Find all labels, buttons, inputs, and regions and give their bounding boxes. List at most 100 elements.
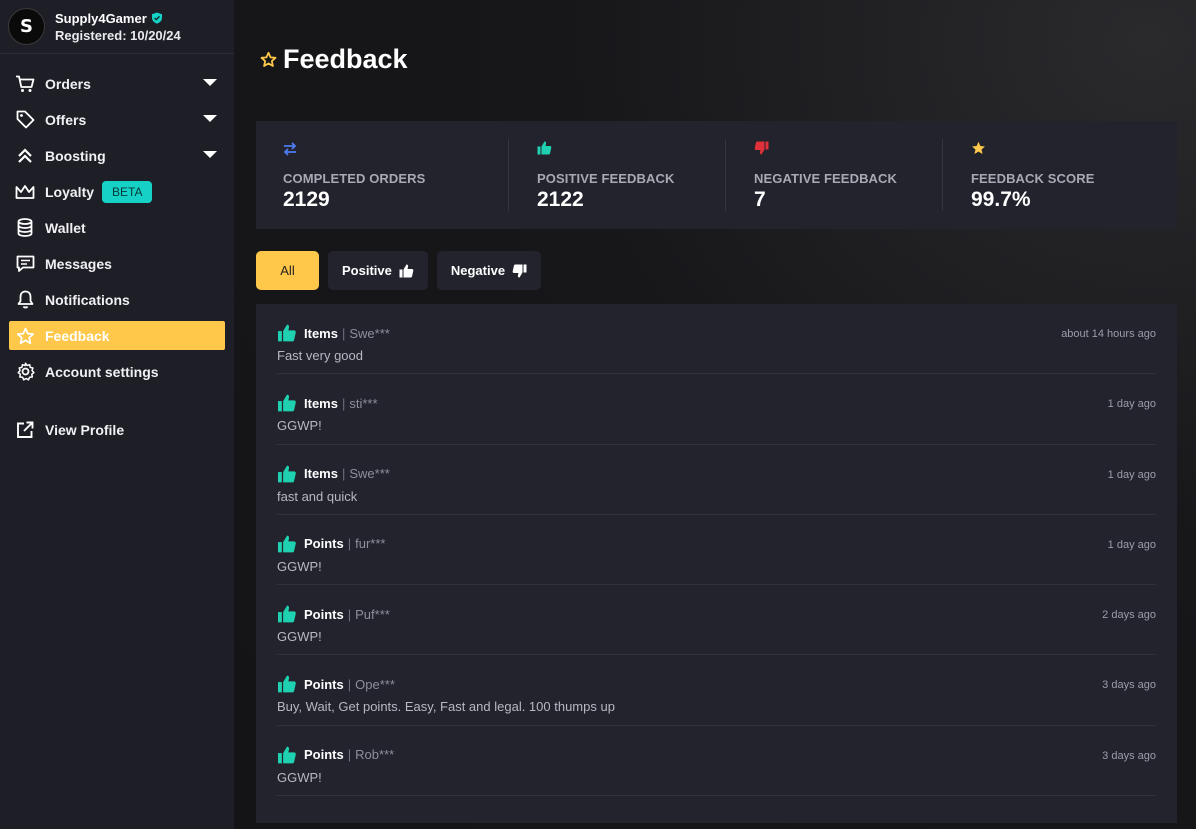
filter-positive-button[interactable]: Positive [328, 251, 428, 290]
page-title: Feedback [283, 44, 408, 74]
chevron-down-icon[interactable] [203, 115, 217, 122]
sidebar-item-wallet[interactable]: Wallet [9, 213, 225, 242]
stats-panel: COMPLETED ORDERS 2129 POSITIVE FEEDBACK … [256, 121, 1177, 229]
double-chevron-up-icon [15, 146, 35, 166]
feedback-time: 1 day ago [1107, 468, 1156, 481]
sidebar-item-boosting[interactable]: Boosting [9, 141, 225, 170]
sidebar-item-label: Boosting [45, 147, 106, 164]
feedback-time: 1 day ago [1107, 538, 1156, 551]
thumbs-up-icon [277, 746, 297, 764]
feedback-username: Puf*** [355, 606, 390, 622]
sidebar-item-label: Account settings [45, 363, 159, 380]
sidebar-item-label: Messages [45, 255, 112, 272]
feedback-text: GGWP! [277, 418, 322, 434]
sidebar-item-feedback[interactable]: Feedback [9, 321, 225, 350]
feedback-category: Items [304, 466, 338, 482]
feedback-item-header: Points | Rob*** [277, 746, 1156, 764]
feedback-separator: | [341, 325, 346, 341]
feedback-separator: | [341, 395, 346, 411]
sidebar-item-label: Notifications [45, 291, 130, 308]
thumbs-up-icon [277, 535, 297, 553]
external-link-icon [15, 420, 35, 440]
sidebar-item-offers[interactable]: Offers [9, 105, 225, 134]
sidebar-item-label: Feedback [45, 327, 110, 344]
chevron-down-icon[interactable] [203, 79, 217, 86]
profile-name-row: Supply4Gamer [55, 10, 181, 27]
feedback-item-header: Points | fur*** [277, 535, 1156, 553]
avatar[interactable]: S [8, 8, 45, 45]
feedback-category: Points [304, 606, 344, 622]
feedback-username: Ope*** [355, 676, 395, 692]
stat-label: POSITIVE FEEDBACK [537, 171, 675, 186]
sidebar-item-label: Loyalty [45, 183, 95, 200]
star-icon [971, 141, 1177, 159]
feedback-item-header: Points | Puf*** [277, 605, 1156, 623]
gear-icon [15, 362, 35, 382]
avatar-logo: S [20, 16, 33, 37]
feedback-item: Points | fur*** 1 day ago GGWP! [277, 515, 1156, 586]
message-icon [15, 254, 35, 274]
feedback-time: 2 days ago [1102, 609, 1156, 622]
coins-stack-icon [15, 218, 35, 238]
feedback-item-header: Items | sti*** [277, 394, 1156, 412]
beta-badge: BETA [102, 180, 153, 203]
filter-negative-button[interactable]: Negative [436, 251, 542, 290]
feedback-category: Points [304, 747, 344, 763]
feedback-category: Items [304, 325, 338, 341]
filter-label: All [280, 263, 295, 278]
feedback-category: Items [304, 395, 338, 411]
feedback-item: Items | Swe*** 1 day ago fast and quick [277, 445, 1156, 515]
sidebar-item-label: Orders [45, 75, 91, 92]
thumbs-up-icon [277, 324, 297, 342]
sidebar-item-label: View Profile [45, 421, 125, 438]
star-outline-icon [260, 51, 277, 67]
feedback-item: Points | Ope*** 3 days ago Buy, Wait, Ge… [277, 655, 1156, 726]
profile-header[interactable]: S Supply4Gamer Registered: 10/20/24 [0, 0, 234, 54]
filter-all-button[interactable]: All [256, 251, 319, 290]
profile-text: Supply4Gamer Registered: 10/20/24 [55, 10, 181, 44]
stat-feedback-score: FEEDBACK SCORE 99.7% [943, 121, 1177, 229]
feedback-separator: | [347, 747, 352, 763]
feedback-item: Items | sti*** 1 day ago GGWP! [277, 374, 1156, 445]
feedback-username: Swe*** [349, 325, 390, 341]
crown-icon [15, 182, 35, 202]
stat-value: 7 [754, 188, 766, 211]
sidebar-item-account-settings[interactable]: Account settings [9, 357, 225, 386]
chevron-down-icon[interactable] [203, 151, 217, 158]
sidebar-item-notifications[interactable]: Notifications [9, 285, 225, 314]
sidebar-item-orders[interactable]: Orders [9, 69, 225, 98]
stat-label: NEGATIVE FEEDBACK [754, 171, 898, 186]
feedback-separator: | [347, 606, 352, 622]
filter-label: Positive [342, 263, 392, 278]
feedback-time: about 14 hours ago [1061, 328, 1156, 340]
feedback-separator: | [347, 536, 352, 552]
feedback-username: Swe*** [349, 466, 390, 482]
swap-arrows-icon [283, 141, 509, 159]
page-header: Feedback [260, 44, 408, 75]
feedback-separator: | [347, 676, 352, 692]
star-outline-icon [15, 326, 35, 346]
filter-label: Negative [450, 263, 506, 278]
feedback-filters: All Positive Negative [256, 251, 542, 290]
stat-value: 2122 [537, 188, 584, 211]
thumbs-down-icon [512, 264, 527, 278]
bell-icon [15, 290, 35, 310]
sidebar: S Supply4Gamer Registered: 10/20/24 Orde… [0, 0, 234, 829]
thumbs-up-icon [277, 394, 297, 412]
thumbs-up-icon [399, 264, 414, 278]
feedback-list: Items | Swe*** about 14 hours ago Fast v… [256, 304, 1177, 823]
thumbs-up-icon [277, 675, 297, 693]
stat-completed-orders: COMPLETED ORDERS 2129 [256, 121, 509, 229]
sidebar-item-view-profile[interactable]: View Profile [9, 415, 225, 444]
feedback-category: Points [304, 536, 344, 552]
feedback-time: 3 days ago [1102, 679, 1156, 692]
tag-icon [15, 110, 35, 130]
sidebar-item-label: Offers [45, 111, 87, 128]
sidebar-item-messages[interactable]: Messages [9, 249, 225, 278]
feedback-category: Points [304, 676, 344, 692]
sidebar-item-loyalty[interactable]: Loyalty BETA [9, 177, 225, 206]
feedback-username: Rob*** [355, 747, 395, 763]
feedback-time: 3 days ago [1102, 749, 1156, 762]
feedback-text: GGWP! [277, 558, 322, 574]
feedback-text: Buy, Wait, Get points. Easy, Fast and le… [277, 699, 615, 715]
